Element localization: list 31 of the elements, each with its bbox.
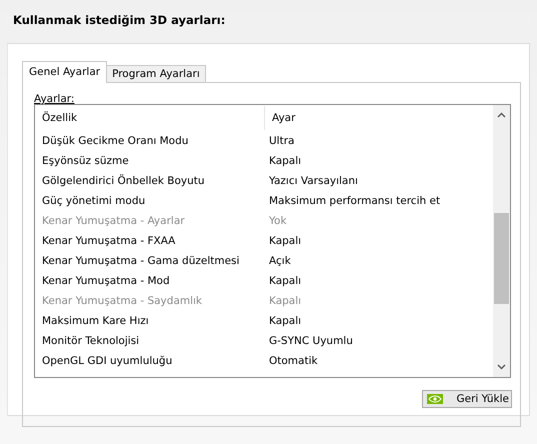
feature-cell[interactable]: Gölgelendirici Önbellek Boyutu xyxy=(35,175,264,187)
feature-cell[interactable]: OpenGL GDI uyumluluğu xyxy=(35,355,264,367)
list-label: Ayarlar: xyxy=(34,93,76,104)
feature-cell[interactable]: Güç yönetimi modu xyxy=(35,195,264,207)
tab[interactable]: Program Ayarları xyxy=(106,65,206,82)
restore-button[interactable]: Geri Yükle xyxy=(422,390,512,408)
setting-value-cell[interactable]: Kapalı xyxy=(264,315,493,327)
setting-value-cell[interactable]: Kapalı xyxy=(264,155,493,167)
setting-value-cell[interactable]: Kapalı xyxy=(264,235,493,247)
tab[interactable]: Genel Ayarlar xyxy=(22,61,108,83)
setting-value-cell[interactable]: Maksimum performansı tercih et xyxy=(264,195,493,207)
scroll-up-icon[interactable] xyxy=(497,112,506,118)
feature-cell[interactable]: Düşük Gecikme Oranı Modu xyxy=(35,135,264,147)
eye-logo-icon xyxy=(426,394,442,404)
scrollbar[interactable] xyxy=(493,105,510,377)
scrollbar-thumb[interactable] xyxy=(494,213,509,304)
setting-value-cell[interactable]: Yazıcı Varsayılanı xyxy=(264,175,493,187)
setting-value-cell[interactable]: Ultra xyxy=(264,135,493,147)
feature-cell[interactable]: Kenar Yumuşatma - Mod xyxy=(35,275,264,287)
section-heading: Kullanmak istediğim 3D ayarları: xyxy=(12,13,226,29)
feature-cell[interactable]: Eşyönsüz süzme xyxy=(35,155,264,167)
setting-value-cell[interactable]: G-SYNC Uyumlu xyxy=(264,335,493,347)
setting-value-cell[interactable]: Açık xyxy=(264,255,493,267)
feature-cell[interactable]: Maksimum Kare Hızı xyxy=(35,315,264,327)
setting-value-cell[interactable]: Kapalı xyxy=(264,275,493,287)
scroll-down-icon[interactable] xyxy=(497,364,506,370)
feature-cell[interactable]: Kenar Yumuşatma - FXAA xyxy=(35,235,264,247)
feature-cell[interactable]: Kenar Yumuşatma - Gama düzeltmesi xyxy=(35,255,264,267)
feature-cell[interactable]: Monitör Teknolojisi xyxy=(35,335,264,347)
setting-value-cell[interactable]: Otomatik xyxy=(264,355,493,367)
column-header[interactable]: Özellik xyxy=(35,112,264,124)
